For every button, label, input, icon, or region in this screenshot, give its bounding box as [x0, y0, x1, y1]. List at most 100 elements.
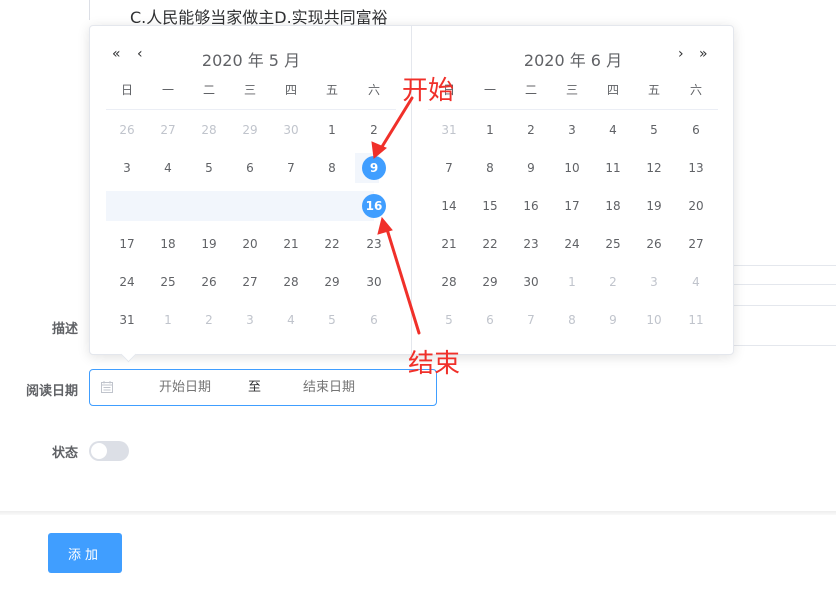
calendar-day[interactable]: 17: [115, 232, 139, 256]
calendar-day[interactable]: 3: [238, 308, 262, 332]
reading-date-range-input[interactable]: 至: [89, 369, 437, 406]
calendar-day[interactable]: 25: [601, 232, 625, 256]
calendar-day[interactable]: 3: [115, 156, 139, 180]
calendar-day[interactable]: 2: [197, 308, 221, 332]
calendar-day[interactable]: 30: [362, 270, 386, 294]
background-divider: [734, 265, 836, 266]
calendar-day[interactable]: 27: [684, 232, 708, 256]
calendar-day[interactable]: 5: [197, 156, 221, 180]
calendar-day[interactable]: 9: [362, 156, 386, 180]
calendar-day[interactable]: 26: [197, 270, 221, 294]
calendar-day[interactable]: 9: [601, 308, 625, 332]
calendar-day[interactable]: 6: [478, 308, 502, 332]
calendar-day[interactable]: 16: [519, 194, 543, 218]
calendar-day[interactable]: 24: [115, 270, 139, 294]
add-button[interactable]: 添加: [48, 533, 122, 573]
calendar-day[interactable]: 29: [478, 270, 502, 294]
calendar-day[interactable]: 7: [437, 156, 461, 180]
calendar-day[interactable]: 29: [320, 270, 344, 294]
calendar-day[interactable]: 6: [684, 118, 708, 142]
calendar-day[interactable]: 11: [684, 308, 708, 332]
calendar-day[interactable]: 18: [156, 232, 180, 256]
calendar-day[interactable]: 13: [684, 156, 708, 180]
form-left-border: [89, 0, 90, 20]
calendar-day[interactable]: 8: [320, 156, 344, 180]
weekday-header: 二: [524, 83, 537, 97]
calendar-day[interactable]: 5: [642, 118, 666, 142]
calendar-day[interactable]: 1: [478, 118, 502, 142]
calendar-day[interactable]: 16: [362, 194, 386, 218]
calendar-day[interactable]: 18: [601, 194, 625, 218]
calendar-day[interactable]: 28: [279, 270, 303, 294]
calendar-day[interactable]: 14: [437, 194, 461, 218]
calendar-day[interactable]: 27: [238, 270, 262, 294]
calendar-day[interactable]: 4: [684, 270, 708, 294]
calendar-day[interactable]: 30: [519, 270, 543, 294]
calendar-day[interactable]: 21: [279, 232, 303, 256]
calendar-day[interactable]: 20: [238, 232, 262, 256]
calendar-day[interactable]: 22: [478, 232, 502, 256]
calendar-day[interactable]: 10: [642, 308, 666, 332]
calendar-day[interactable]: 26: [642, 232, 666, 256]
calendar-day[interactable]: 9: [519, 156, 543, 180]
weekday-divider: [428, 109, 718, 110]
calendar-day[interactable]: 6: [362, 308, 386, 332]
calendar-day[interactable]: 7: [519, 308, 543, 332]
calendar-day[interactable]: 7: [279, 156, 303, 180]
calendar-day[interactable]: 1: [320, 118, 344, 142]
calendar-day[interactable]: 17: [560, 194, 584, 218]
calendar-day[interactable]: 1: [560, 270, 584, 294]
calendar-day[interactable]: 8: [560, 308, 584, 332]
desc-label: 描述: [51, 322, 78, 337]
calendar-day[interactable]: 11: [601, 156, 625, 180]
calendar-day[interactable]: 21: [437, 232, 461, 256]
weekday-header: 二: [202, 83, 215, 97]
calendar-day[interactable]: 2: [601, 270, 625, 294]
range-separator: 至: [248, 380, 262, 395]
next-year-icon[interactable]: »: [699, 46, 708, 62]
calendar-day[interactable]: 4: [279, 308, 303, 332]
calendar-day[interactable]: 1: [156, 308, 180, 332]
calendar-day[interactable]: 29: [238, 118, 262, 142]
calendar-day[interactable]: 6: [238, 156, 262, 180]
calendar-day[interactable]: 15: [478, 194, 502, 218]
calendar-day[interactable]: 8: [478, 156, 502, 180]
calendar-day[interactable]: 30: [279, 118, 303, 142]
calendar-day[interactable]: 19: [197, 232, 221, 256]
calendar-day[interactable]: 28: [197, 118, 221, 142]
weekday-header: 六: [689, 83, 702, 97]
weekday-header: 一: [483, 83, 496, 97]
calendar-day[interactable]: 23: [519, 232, 543, 256]
calendar-day[interactable]: 31: [115, 308, 139, 332]
calendar-day[interactable]: 4: [156, 156, 180, 180]
calendar-icon: [101, 381, 113, 393]
calendar-day[interactable]: 12: [642, 156, 666, 180]
calendar-day[interactable]: 31: [437, 118, 461, 142]
calendar-panel-june: 2020 年 6 月 › » 日一二三四五六 31 1 2 3 4 5 6 7 8 9 10 11 12 1…: [412, 26, 734, 354]
calendar-day[interactable]: 26: [115, 118, 139, 142]
calendar-day[interactable]: 2: [362, 118, 386, 142]
calendar-day[interactable]: 28: [437, 270, 461, 294]
calendar-day[interactable]: 2: [519, 118, 543, 142]
next-month-icon[interactable]: ›: [678, 46, 684, 62]
calendar-day[interactable]: 5: [320, 308, 344, 332]
weekday-header: 三: [565, 83, 578, 97]
calendar-day[interactable]: 4: [601, 118, 625, 142]
calendar-day[interactable]: 5: [437, 308, 461, 332]
calendar-day[interactable]: 23: [362, 232, 386, 256]
calendar-day[interactable]: 20: [684, 194, 708, 218]
start-date-input[interactable]: [130, 370, 240, 405]
status-toggle[interactable]: [89, 441, 129, 461]
left-month-title: 2020 年 5 月: [201, 51, 301, 70]
selected-range-band: [106, 191, 374, 221]
calendar-day[interactable]: 24: [560, 232, 584, 256]
calendar-day[interactable]: 22: [320, 232, 344, 256]
calendar-day[interactable]: 10: [560, 156, 584, 180]
calendar-day[interactable]: 25: [156, 270, 180, 294]
end-date-input[interactable]: [274, 370, 384, 405]
weekday-header: 四: [284, 83, 297, 97]
calendar-day[interactable]: 3: [560, 118, 584, 142]
calendar-day[interactable]: 27: [156, 118, 180, 142]
calendar-day[interactable]: 3: [642, 270, 666, 294]
calendar-day[interactable]: 19: [642, 194, 666, 218]
